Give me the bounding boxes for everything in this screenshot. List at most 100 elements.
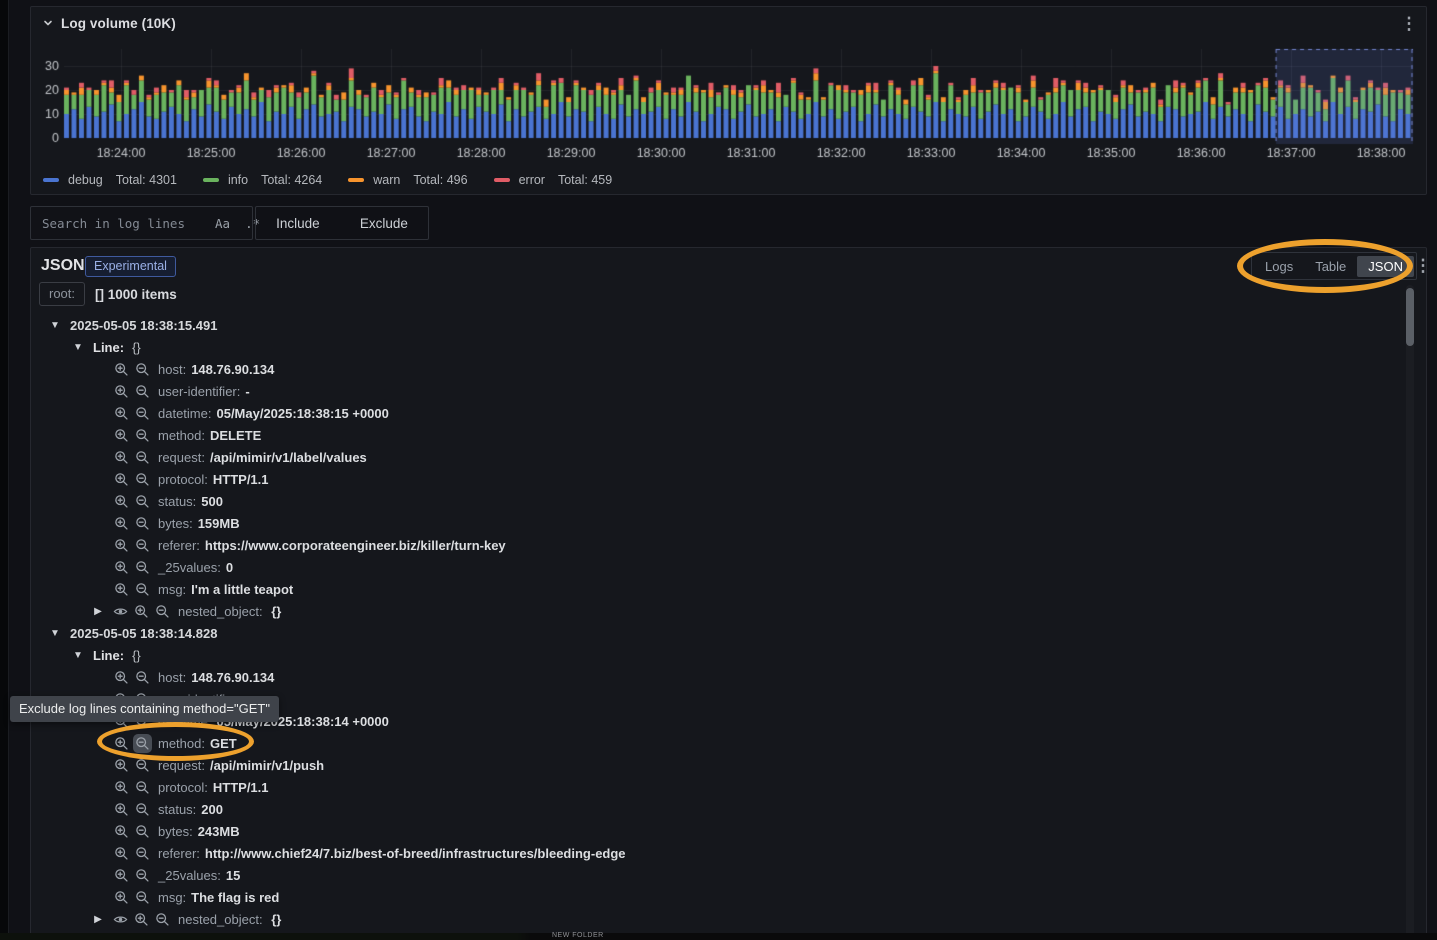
experimental-badge: Experimental	[85, 256, 176, 277]
filter-out-value-icon[interactable]	[135, 670, 150, 685]
log-volume-chart[interactable]	[31, 47, 1427, 169]
filter-for-value-icon[interactable]	[114, 824, 129, 839]
chart-legend: debug Total: 4301 info Total: 4264 warn …	[43, 173, 612, 187]
filter-out-value-icon[interactable]	[135, 758, 150, 773]
field-key: method:	[158, 428, 205, 443]
filter-for-value-icon[interactable]	[114, 560, 129, 575]
filter-for-value-icon[interactable]	[114, 362, 129, 377]
search-input[interactable]	[31, 216, 210, 231]
exclude-button[interactable]: Exclude	[352, 212, 416, 235]
filter-out-value-icon[interactable]	[135, 890, 150, 905]
legend-series-total: Total: 4264	[261, 173, 322, 187]
field-row-method: method: GET	[31, 732, 1401, 754]
filter-out-value-icon[interactable]	[135, 868, 150, 883]
filter-for-value-icon[interactable]	[114, 582, 129, 597]
collapse-triangle-icon[interactable]: ▼	[72, 650, 84, 661]
filter-out-value-icon[interactable]	[135, 494, 150, 509]
log-entry-header: ▼ 2025-05-05 18:38:15.491	[31, 314, 1401, 336]
filter-out-value-icon[interactable]	[135, 472, 150, 487]
filter-out-value-icon[interactable]	[135, 802, 150, 817]
filter-for-value-icon[interactable]	[114, 780, 129, 795]
view-option-logs[interactable]: Logs	[1254, 256, 1304, 277]
filter-out-value-icon[interactable]	[135, 846, 150, 861]
filter-for-value-icon[interactable]	[114, 670, 129, 685]
filter-out-value-icon[interactable]	[135, 406, 150, 421]
legend-series-name[interactable]: error	[519, 173, 545, 187]
filter-for-value-icon[interactable]	[114, 538, 129, 553]
field-row-nested_object: ▶ nested_object: {}	[31, 908, 1401, 930]
filter-out-value-icon[interactable]	[135, 428, 150, 443]
filter-for-value-icon[interactable]	[114, 450, 129, 465]
filter-out-value-icon[interactable]	[135, 780, 150, 795]
filter-for-value-icon[interactable]	[114, 890, 129, 905]
show-only-icon[interactable]	[113, 604, 128, 619]
field-key: referer:	[158, 846, 200, 861]
filter-for-value-icon[interactable]	[114, 758, 129, 773]
filter-out-value-icon[interactable]	[135, 736, 150, 751]
expand-triangle-icon[interactable]: ▶	[92, 606, 104, 617]
filter-out-value-icon[interactable]	[135, 384, 150, 399]
filter-mode-group: Include Exclude	[255, 206, 429, 240]
view-option-json[interactable]: JSON	[1357, 256, 1414, 277]
include-button[interactable]: Include	[268, 212, 328, 235]
filter-out-value-icon[interactable]	[155, 912, 170, 927]
filter-for-value-icon[interactable]	[114, 846, 129, 861]
field-row-host: host: 148.76.90.134	[31, 666, 1401, 688]
field-key: _25values:	[158, 868, 221, 883]
filter-for-value-icon[interactable]	[114, 428, 129, 443]
filter-for-value-icon[interactable]	[114, 384, 129, 399]
field-key: bytes:	[158, 516, 193, 531]
show-only-icon[interactable]	[113, 912, 128, 927]
scrollbar-track[interactable]	[1406, 285, 1414, 940]
filter-for-value-icon[interactable]	[134, 604, 149, 619]
filter-out-value-icon[interactable]	[135, 560, 150, 575]
collapse-chevron-icon[interactable]	[41, 16, 55, 30]
field-row-request: request: /api/mimir/v1/push	[31, 754, 1401, 776]
filter-for-value-icon[interactable]	[114, 472, 129, 487]
field-key: referer:	[158, 538, 200, 553]
field-value: http://www.chief24/7.biz/best-of-breed/i…	[205, 846, 626, 861]
filter-out-value-icon[interactable]	[135, 824, 150, 839]
log-volume-panel: Log volume (10K) ⋮ debug Total: 4301 inf…	[30, 6, 1427, 195]
filter-out-value-icon[interactable]	[135, 516, 150, 531]
filter-out-value-icon[interactable]	[135, 362, 150, 377]
root-items-count: [] 1000 items	[95, 287, 177, 302]
filter-for-value-icon[interactable]	[114, 736, 129, 751]
line-value: {}	[132, 340, 141, 355]
collapse-triangle-icon[interactable]: ▼	[49, 628, 61, 639]
filter-out-value-icon[interactable]	[135, 538, 150, 553]
legend-series-total: Total: 459	[558, 173, 612, 187]
filter-for-value-icon[interactable]	[114, 494, 129, 509]
field-row-bytes: bytes: 243MB	[31, 820, 1401, 842]
field-key: protocol:	[158, 780, 208, 795]
field-value: 15	[226, 868, 240, 883]
scrollbar-thumb[interactable]	[1406, 288, 1414, 346]
view-option-table[interactable]: Table	[1304, 256, 1357, 277]
field-row-method: method: DELETE	[31, 424, 1401, 446]
filter-out-value-icon[interactable]	[135, 582, 150, 597]
field-key: msg:	[158, 890, 186, 905]
filter-for-value-icon[interactable]	[134, 912, 149, 927]
collapse-triangle-icon[interactable]: ▼	[49, 320, 61, 331]
log-entry-header: ▼ 2025-05-05 18:38:14.828	[31, 622, 1401, 644]
legend-series-name[interactable]: info	[228, 173, 248, 187]
match-case-toggle[interactable]: Aa	[210, 213, 235, 234]
desktop-strip: NEW FOLDER	[0, 933, 1437, 940]
field-row-status: status: 500	[31, 490, 1401, 512]
expand-triangle-icon[interactable]: ▶	[92, 914, 104, 925]
collapse-triangle-icon[interactable]: ▼	[72, 342, 84, 353]
filter-for-value-icon[interactable]	[114, 406, 129, 421]
field-value: HTTP/1.1	[213, 780, 269, 795]
filter-out-value-icon[interactable]	[155, 604, 170, 619]
filter-for-value-icon[interactable]	[114, 516, 129, 531]
legend-series-name[interactable]: debug	[68, 173, 103, 187]
filter-out-value-icon[interactable]	[135, 450, 150, 465]
json-panel-kebab-icon[interactable]: ⋮	[1414, 256, 1432, 276]
legend-series-name[interactable]: warn	[373, 173, 400, 187]
screen: Log volume (10K) ⋮ debug Total: 4301 inf…	[0, 0, 1437, 940]
filter-for-value-icon[interactable]	[114, 868, 129, 883]
field-value: 159MB	[198, 516, 240, 531]
field-key: datetime:	[158, 406, 211, 421]
panel-menu-kebab-icon[interactable]: ⋮	[1400, 14, 1418, 34]
filter-for-value-icon[interactable]	[114, 802, 129, 817]
